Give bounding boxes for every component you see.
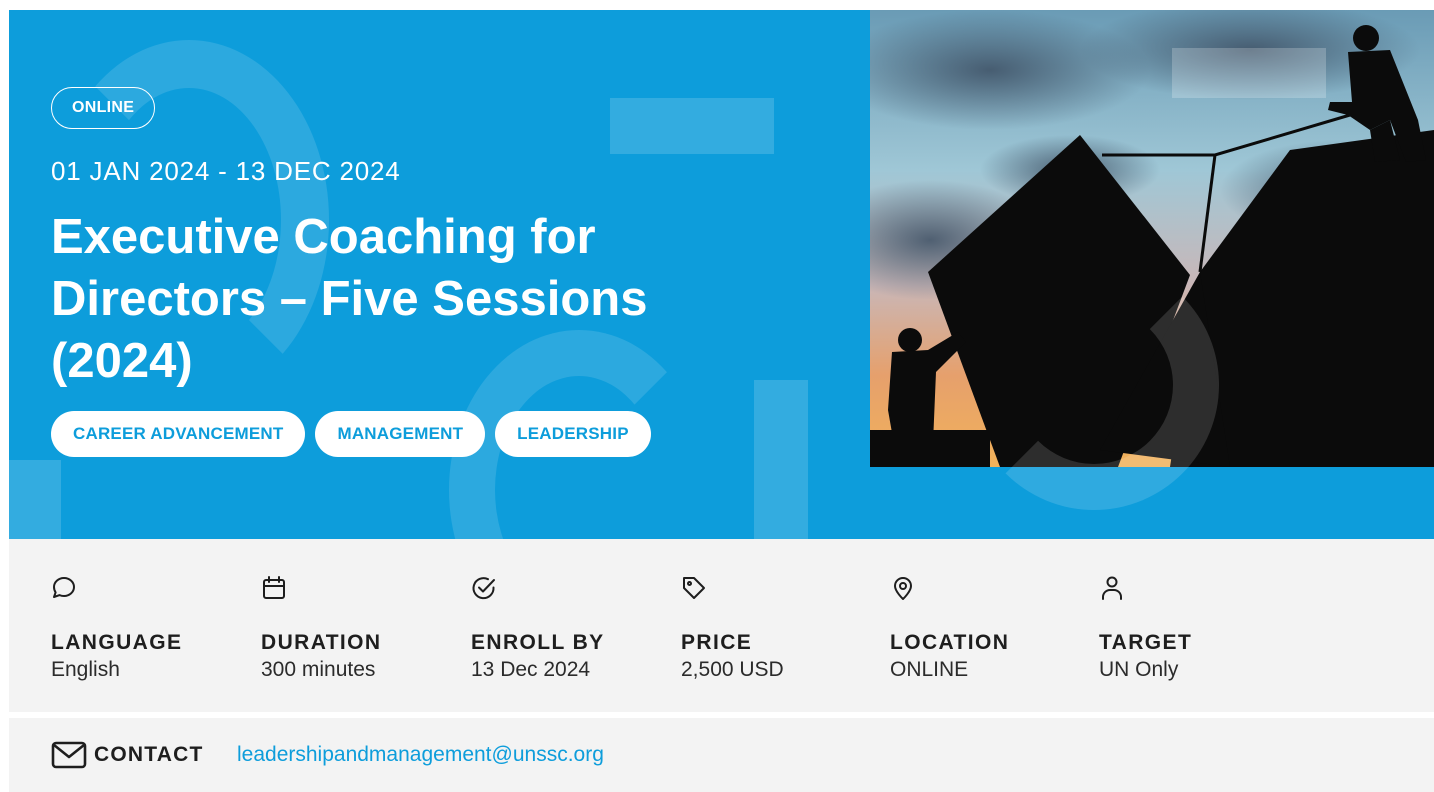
fact-label: TARGET — [1099, 631, 1193, 654]
check-circle-icon — [472, 577, 495, 600]
decorative-arc — [969, 260, 1219, 510]
fact-price: PRICE 2,500 USD — [681, 575, 881, 682]
fact-location: LOCATION ONLINE — [890, 575, 1090, 682]
calendar-icon — [263, 576, 285, 599]
fact-label: LOCATION — [890, 631, 1010, 654]
delivery-mode-badge: ONLINE — [51, 87, 156, 129]
contact-label: CONTACT — [94, 743, 204, 766]
topic-tags: CAREER ADVANCEMENT MANAGEMENT LEADERSHIP — [51, 411, 651, 457]
fact-label: DURATION — [261, 631, 382, 654]
course-facts: LANGUAGE English DURATION 300 minutes EN… — [9, 539, 1434, 712]
mail-icon — [51, 741, 87, 769]
contact-email-link[interactable]: leadershipandmanagement@unssc.org — [237, 743, 604, 767]
fact-value: 300 minutes — [261, 658, 376, 681]
fact-enroll-by: ENROLL BY 13 Dec 2024 — [471, 575, 671, 682]
course-hero: ONLINE 01 JAN 2024 - 13 DEC 2024 Executi… — [9, 10, 1434, 539]
course-dates: 01 JAN 2024 - 13 DEC 2024 — [51, 156, 401, 186]
fact-label: ENROLL BY — [471, 631, 605, 654]
decorative-stub — [9, 460, 61, 539]
price-tag-icon — [683, 577, 705, 599]
fact-label: PRICE — [681, 631, 753, 654]
fact-value: 2,500 USD — [681, 658, 784, 681]
person-icon — [1102, 576, 1122, 600]
tag-leadership[interactable]: LEADERSHIP — [495, 411, 651, 457]
speech-bubble-icon — [53, 577, 75, 598]
fact-value: ONLINE — [890, 658, 969, 681]
decorative-bar — [754, 380, 808, 539]
tag-management[interactable]: MANAGEMENT — [315, 411, 486, 457]
fact-duration: DURATION 300 minutes — [261, 575, 461, 682]
contact-bar: CONTACT leadershipandmanagement@unssc.or… — [9, 718, 1434, 792]
fact-value: English — [51, 658, 120, 681]
fact-value: UN Only — [1099, 658, 1179, 681]
map-pin-icon — [894, 577, 912, 600]
fact-label: LANGUAGE — [51, 631, 183, 654]
fact-target: TARGET UN Only — [1099, 575, 1299, 682]
tag-career-advancement[interactable]: CAREER ADVANCEMENT — [51, 411, 306, 457]
fact-value: 13 Dec 2024 — [471, 658, 591, 681]
course-title: Executive Coaching for Directors – Five … — [51, 210, 648, 388]
fact-language: LANGUAGE English — [51, 575, 251, 682]
decorative-rectangle — [610, 98, 774, 154]
